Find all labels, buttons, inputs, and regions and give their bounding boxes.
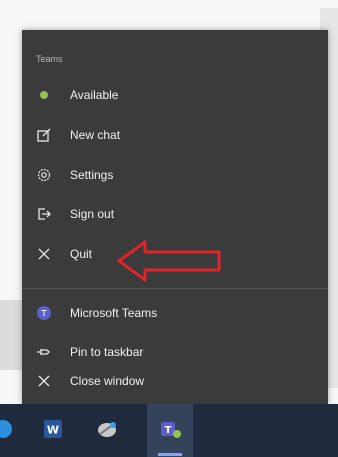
- status-available-icon: [34, 85, 54, 105]
- menu-item-available[interactable]: Available: [22, 78, 328, 112]
- menu-item-label: Settings: [70, 168, 114, 182]
- menu-item-label: New chat: [70, 128, 121, 142]
- menu-item-label: Microsoft Teams: [70, 306, 158, 320]
- taskbar-partial-icon[interactable]: [0, 414, 18, 444]
- svg-text:T: T: [165, 425, 172, 436]
- annotation-arrow-icon: [117, 240, 221, 282]
- svg-text:W: W: [47, 424, 59, 437]
- menu-item-new-chat[interactable]: New chat: [22, 118, 328, 152]
- menu-item-label: Close window: [70, 374, 145, 388]
- teams-icon[interactable]: T: [155, 414, 185, 444]
- background-window-edge-left: [0, 300, 24, 370]
- gear-icon: [34, 165, 54, 185]
- menu-item-label: Available: [70, 88, 119, 102]
- menu-item-label: Sign out: [70, 207, 115, 221]
- taskbar-active-indicator: [158, 453, 182, 456]
- menu-item-settings[interactable]: Settings: [22, 158, 328, 192]
- menu-item-label: Quit: [70, 247, 93, 261]
- section-title: Teams: [36, 54, 63, 64]
- close-icon: [34, 371, 54, 391]
- svg-text:T: T: [40, 310, 47, 320]
- menu-item-sign-out[interactable]: Sign out: [22, 197, 328, 231]
- menu-item-label: Pin to taskbar: [70, 345, 144, 359]
- close-icon: [34, 244, 54, 264]
- word-icon[interactable]: W: [38, 414, 68, 444]
- taskbar: W T: [0, 404, 338, 457]
- menu-separator: [22, 288, 328, 289]
- menu-item-microsoft-teams[interactable]: T Microsoft Teams: [22, 296, 328, 330]
- snip-icon[interactable]: [92, 414, 122, 444]
- teams-jump-list-menu: Teams Available New chat Settings Sign o…: [22, 30, 328, 404]
- menu-item-close-window[interactable]: Close window: [22, 364, 328, 398]
- pin-icon: [34, 342, 54, 362]
- sign-out-icon: [34, 204, 54, 224]
- teams-icon: T: [34, 303, 54, 323]
- desktop-background: Teams Available New chat Settings Sign o…: [0, 0, 338, 457]
- new-chat-icon: [34, 125, 54, 145]
